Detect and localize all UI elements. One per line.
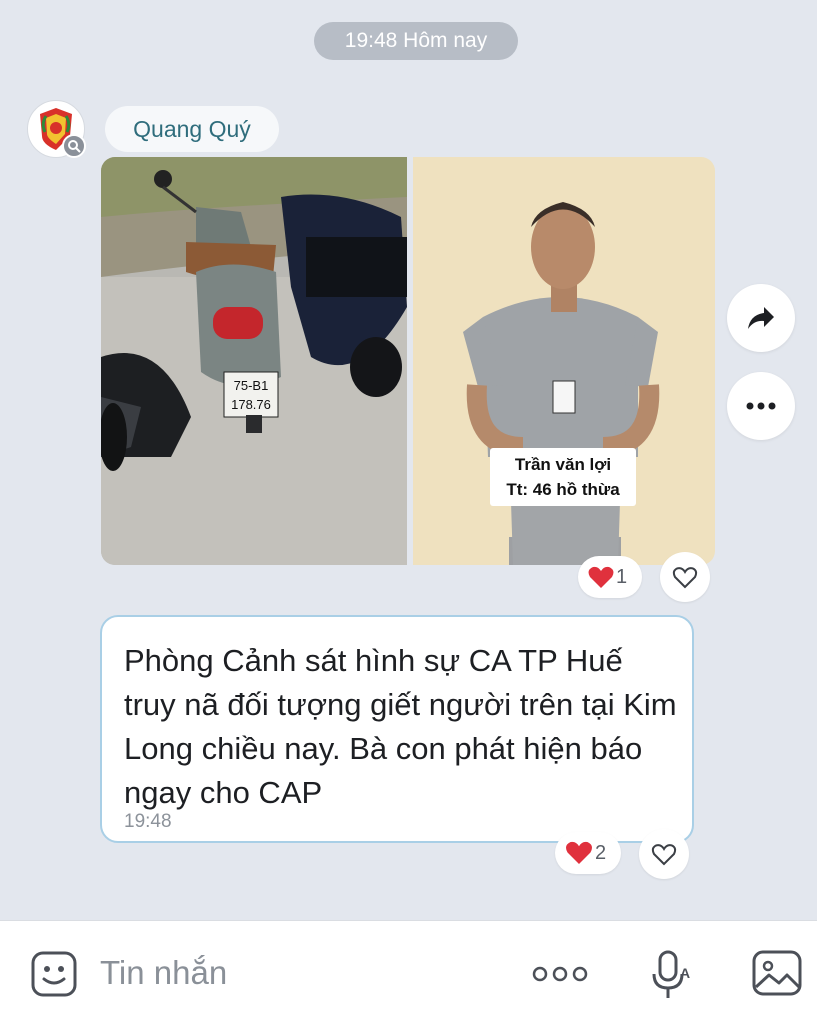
message-bubble[interactable]: Phòng Cảnh sát hình sự CA TP Huế truy nã… [100, 615, 694, 843]
heart-icon [588, 566, 614, 588]
plate-line-1: 75-B1 [234, 378, 269, 393]
plate-line-2: 178.76 [231, 397, 271, 412]
message-like-button[interactable] [639, 829, 689, 879]
voice-to-text-button[interactable]: A [648, 947, 692, 1001]
message-reaction-count[interactable]: 2 [555, 832, 621, 874]
heart-outline-icon [651, 843, 677, 865]
svg-text:A: A [680, 965, 690, 981]
more-button[interactable] [727, 372, 795, 440]
image-button[interactable] [750, 948, 804, 998]
search-icon [68, 140, 81, 153]
heart-outline-icon [672, 566, 698, 588]
sender-name[interactable]: Quang Quý [105, 106, 279, 152]
photo-caption: Trần văn lợi Tt: 46 hồ thừa [490, 448, 636, 506]
share-icon [748, 307, 774, 329]
caption-name: Trần văn lợi [514, 455, 612, 474]
emoji-icon [31, 951, 77, 997]
more-options-icon [532, 966, 588, 982]
more-options-button[interactable] [530, 959, 590, 989]
more-icon [746, 402, 776, 410]
photo-motorbike[interactable]: 75-B1 178.76 [101, 157, 407, 565]
heart-icon [566, 841, 592, 864]
message-input[interactable]: Tin nhắn [100, 954, 227, 992]
caption-address: Tt: 46 hồ thừa [506, 480, 620, 499]
image-icon [752, 950, 802, 996]
share-button[interactable] [727, 284, 795, 352]
photo-reaction-count[interactable]: 1 [578, 556, 642, 598]
voice-to-text-icon: A [652, 950, 690, 998]
message-time: 19:48 [124, 811, 172, 832]
avatar-search-badge [62, 134, 86, 158]
date-separator: 19:48 Hôm nay [314, 22, 518, 60]
message-text: Phòng Cảnh sát hình sự CA TP Huế truy nã… [124, 643, 677, 810]
photo-like-button[interactable] [660, 552, 710, 602]
emoji-button[interactable] [28, 948, 80, 1000]
message-reaction-number: 2 [595, 841, 607, 864]
message-composer: Tin nhắn A [0, 920, 817, 1024]
photo-reaction-number: 1 [616, 565, 628, 588]
